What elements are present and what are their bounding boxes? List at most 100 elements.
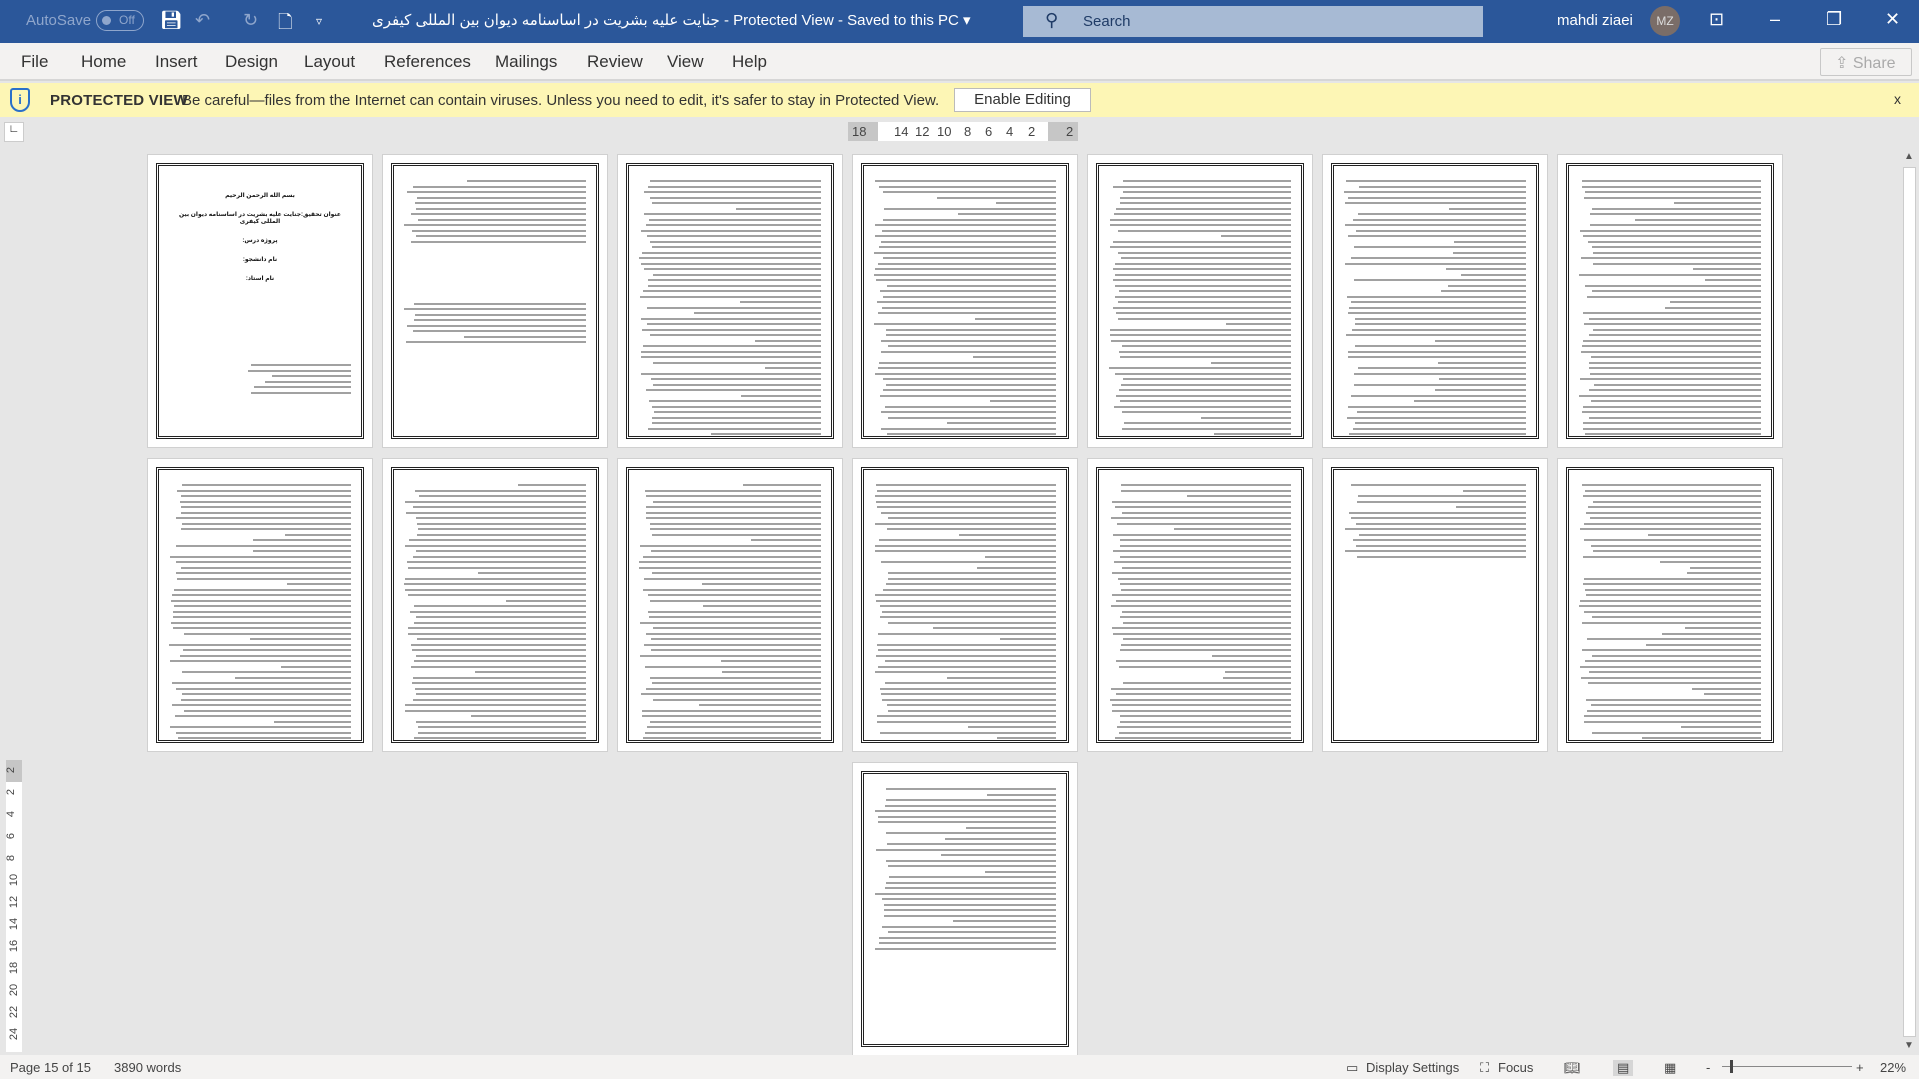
tab-references[interactable]: References (384, 52, 471, 72)
page-thumbnail[interactable] (1557, 154, 1783, 448)
page-thumbnail[interactable] (1322, 458, 1548, 752)
page (1331, 467, 1539, 743)
text-line (1222, 676, 1291, 679)
page-thumbnail[interactable] (852, 154, 1078, 448)
tab-file[interactable]: File (21, 52, 48, 72)
share-button[interactable]: ⇪ Share (1820, 48, 1912, 76)
text-line (886, 328, 1056, 331)
customize-toolbar-icon[interactable]: ▿ (316, 14, 322, 28)
text-line (1686, 572, 1761, 574)
text-line (639, 257, 821, 259)
save-icon[interactable]: 💾︎ (160, 10, 183, 31)
vertical-scrollbar[interactable]: ▲ ▼ (1900, 147, 1919, 1055)
tab-insert[interactable]: Insert (155, 52, 198, 72)
avatar[interactable]: MZ (1650, 6, 1680, 36)
enable-editing-button[interactable]: Enable Editing (954, 88, 1091, 112)
tab-review[interactable]: Review (587, 52, 643, 72)
scroll-thumb[interactable] (1903, 167, 1916, 1037)
tab-layout[interactable]: Layout (304, 52, 355, 72)
text-line (996, 202, 1056, 204)
vertical-ruler[interactable]: 2 2 4 6 8 10 12 14 16 18 20 22 24 (5, 760, 22, 1052)
text-line (1635, 218, 1761, 221)
page-thumbnail[interactable] (852, 762, 1078, 1056)
close-bar-button[interactable]: x (1894, 91, 1901, 107)
page-thumbnail[interactable] (382, 458, 608, 752)
page-thumbnail[interactable] (1322, 154, 1548, 448)
page-thumbnail[interactable] (1087, 154, 1313, 448)
close-icon[interactable]: ✕ (1885, 9, 1900, 30)
display-settings-button[interactable]: Display Settings (1366, 1060, 1459, 1075)
page-count[interactable]: Page 15 of 15 (10, 1060, 91, 1075)
read-mode-icon[interactable]: 📖︎ (1564, 1060, 1581, 1076)
ribbon-display-options-icon[interactable]: ⊡ (1709, 9, 1724, 30)
text-line (884, 909, 1056, 911)
text-line (1357, 213, 1526, 215)
text-line (407, 632, 586, 635)
search-box[interactable]: ⚲ Search (1023, 6, 1483, 37)
page-thumbnail[interactable] (382, 154, 608, 448)
web-layout-icon[interactable]: ▦ (1664, 1060, 1676, 1076)
text-line (1593, 328, 1761, 331)
text-line (1445, 268, 1526, 270)
text-line (764, 367, 821, 369)
text-line (887, 704, 1056, 706)
document-title[interactable]: جنایت علیه بشریت در اساسنامه دیوان بین ا… (372, 11, 971, 29)
word-count[interactable]: 3890 words (114, 1060, 181, 1075)
restore-icon[interactable]: ❐ (1826, 9, 1842, 30)
undo-icon[interactable]: ↶ (195, 10, 210, 31)
text-line (175, 572, 351, 574)
redo-icon[interactable]: ↻ (243, 10, 258, 31)
tab-home[interactable]: Home (81, 52, 126, 72)
page (391, 467, 599, 743)
text-line (176, 561, 351, 563)
scroll-up-icon[interactable]: ▲ (1904, 151, 1914, 162)
page-thumbnail[interactable] (617, 458, 843, 752)
horizontal-ruler[interactable]: 18 14 12 10 8 6 4 2 2 (848, 122, 1078, 141)
page-thumbnail[interactable] (1087, 458, 1313, 752)
text-line (1214, 433, 1291, 435)
user-name[interactable]: mahdi ziaei (1557, 12, 1633, 29)
text-line (414, 621, 586, 624)
ruler-tick: 20 (8, 983, 21, 997)
tab-mailings[interactable]: Mailings (495, 52, 557, 72)
page-thumbnail[interactable] (1557, 458, 1783, 752)
page-thumbnail[interactable]: بسم الله الرحمن الرحیم عنوان تحقیق:جنایت … (147, 154, 373, 448)
text-line (1122, 345, 1291, 347)
page (1096, 467, 1304, 743)
text-line (1344, 262, 1526, 265)
text-line (1588, 334, 1761, 336)
zoom-out-button[interactable]: - (1706, 1060, 1710, 1075)
page-thumbnail[interactable] (147, 458, 373, 752)
scroll-down-icon[interactable]: ▼ (1904, 1040, 1914, 1051)
text-line (1116, 522, 1291, 525)
ruler-tick: 8 (964, 124, 972, 139)
tab-selector[interactable]: ∟ (4, 122, 24, 142)
text-line (881, 511, 1056, 514)
text-line (169, 643, 351, 646)
text-line (1113, 279, 1291, 281)
zoom-in-button[interactable]: + (1856, 1060, 1864, 1075)
tab-view[interactable]: View (667, 52, 704, 72)
text-line (641, 229, 821, 232)
minimize-icon[interactable]: – (1770, 9, 1780, 30)
page-thumbnail[interactable] (617, 154, 843, 448)
new-document-icon[interactable]: 🗋 (278, 10, 292, 40)
page-thumbnail[interactable] (852, 458, 1078, 752)
text-line (880, 687, 1056, 690)
zoom-level[interactable]: 22% (1880, 1060, 1906, 1075)
focus-button[interactable]: Focus (1498, 1060, 1533, 1075)
text-line (642, 290, 821, 292)
text-line (414, 687, 586, 690)
text-line (1593, 383, 1761, 386)
tab-design[interactable]: Design (225, 52, 278, 72)
text-line (409, 539, 586, 541)
tab-help[interactable]: Help (732, 52, 767, 72)
zoom-slider[interactable] (1722, 1060, 1852, 1073)
autosave-toggle[interactable]: Off (96, 10, 144, 31)
text-line (1116, 726, 1291, 728)
text-line (645, 511, 821, 514)
text-line (973, 356, 1056, 358)
text-line (643, 577, 821, 580)
print-layout-icon[interactable]: ▤ (1613, 1060, 1634, 1076)
text-line (1113, 405, 1291, 408)
